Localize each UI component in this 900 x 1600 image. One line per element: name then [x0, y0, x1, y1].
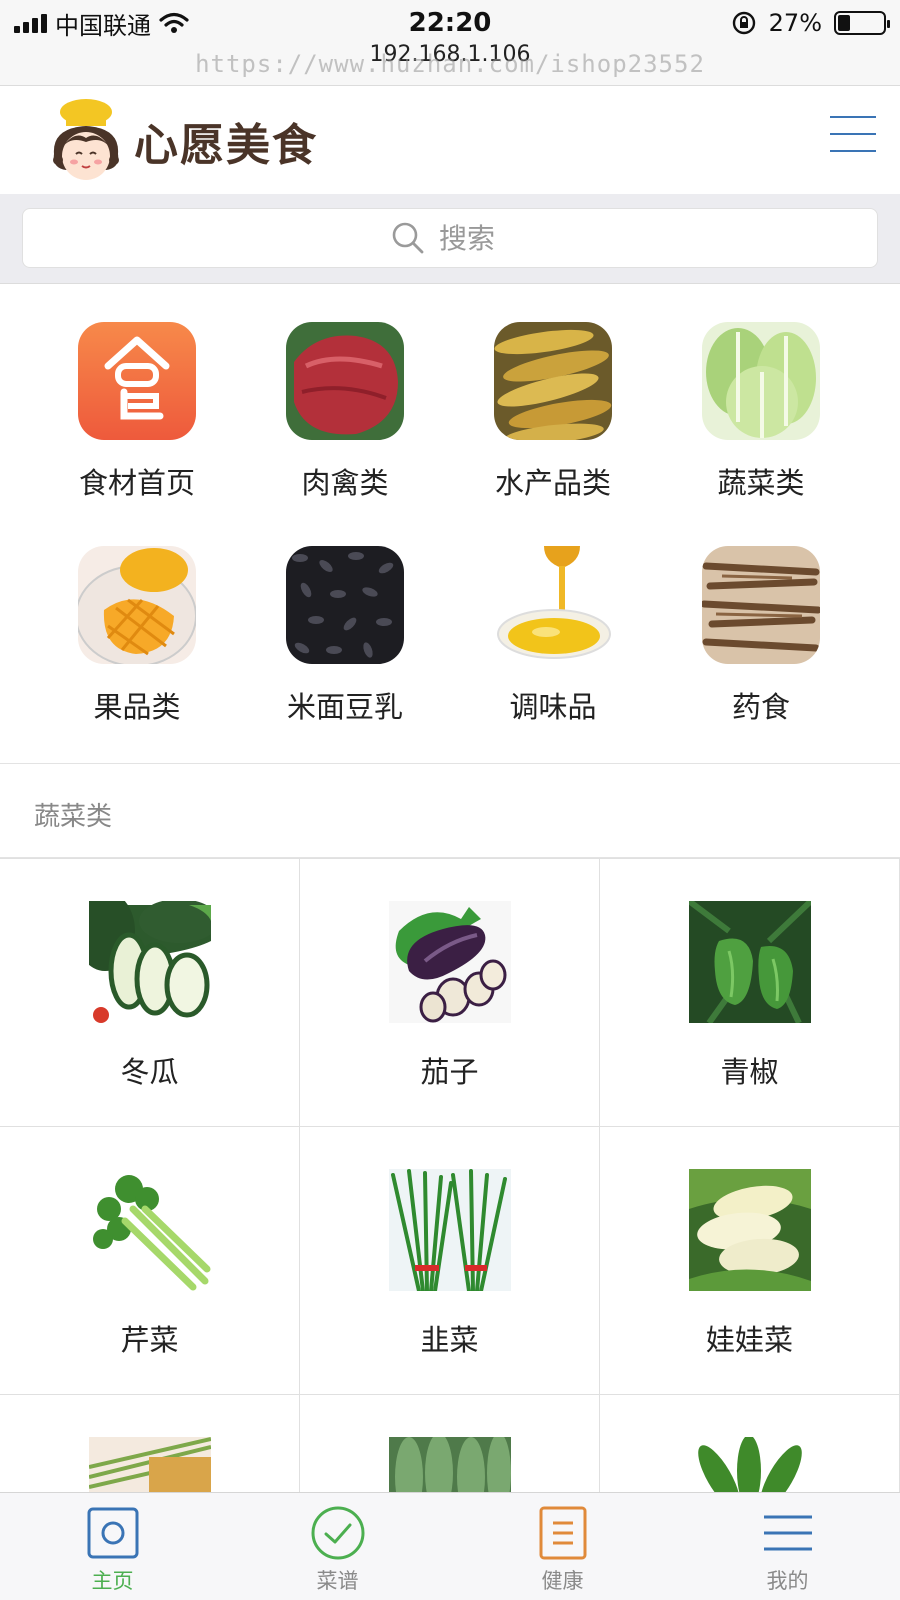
green-pepper-image	[688, 901, 811, 1023]
category-meat[interactable]: 肉禽类	[245, 322, 445, 542]
document-icon	[539, 1506, 586, 1560]
search-box[interactable]	[22, 208, 878, 268]
section-title: 蔬菜类	[34, 802, 113, 832]
section-header: 蔬菜类	[0, 764, 900, 858]
product-item[interactable]	[300, 1395, 600, 1492]
battery-icon	[834, 11, 890, 35]
tab-label: 主页	[91, 1569, 134, 1593]
check-circle-icon	[311, 1506, 364, 1560]
bottom-tab-bar: 主页 菜谱 健康 我的	[0, 1492, 900, 1600]
vegetable-image	[388, 1437, 511, 1492]
category-food-home[interactable]: 食材首页	[37, 322, 237, 542]
oil-image	[494, 546, 612, 664]
tab-health[interactable]: 健康	[450, 1493, 675, 1600]
watermark-text: https://www.huzhan.com/ishop23552	[195, 50, 705, 78]
home-icon	[87, 1507, 138, 1559]
status-bar: 中国联通 22:20 27% 192.168.1.106 https://www…	[0, 0, 900, 86]
tab-label: 菜谱	[316, 1569, 359, 1593]
category-label: 食材首页	[78, 466, 195, 500]
category-label: 药食	[731, 690, 790, 724]
black-rice-image	[286, 546, 404, 664]
product-item[interactable]: 青椒	[600, 859, 900, 1127]
product-item[interactable]: 娃娃菜	[600, 1127, 900, 1395]
tab-label: 我的	[766, 1569, 809, 1593]
battery-percent: 27%	[768, 9, 822, 37]
baby-cabbage-image	[688, 1169, 811, 1291]
chef-logo-icon	[53, 99, 119, 180]
fish-image	[494, 322, 612, 440]
tab-mine[interactable]: 我的	[675, 1493, 900, 1600]
search-icon	[392, 222, 424, 254]
product-item[interactable]: 韭菜	[300, 1127, 600, 1395]
category-label: 米面豆乳	[286, 690, 403, 724]
product-name: 茄子	[420, 1055, 479, 1089]
menu-lines-icon	[763, 1515, 812, 1551]
product-item[interactable]: 冬瓜	[0, 859, 300, 1127]
category-label: 蔬菜类	[717, 466, 805, 500]
food-home-icon	[78, 322, 196, 440]
product-grid: 冬瓜 茄子 青椒 芹菜 韭菜 娃娃菜	[0, 858, 900, 1492]
cabbage-image	[702, 322, 820, 440]
chives-image	[388, 1169, 511, 1291]
category-vegetables[interactable]: 蔬菜类	[661, 322, 861, 542]
tab-home[interactable]: 主页	[0, 1493, 225, 1600]
category-medicinal-food[interactable]: 药食	[661, 546, 861, 766]
eggplant-image	[388, 901, 511, 1023]
app-header: 心愿美食	[0, 86, 900, 194]
celery-image	[88, 1169, 211, 1291]
logo[interactable]: 心愿美食	[44, 98, 344, 184]
product-name: 冬瓜	[120, 1055, 179, 1089]
category-grid: 食材首页 肉禽类 水产品类 蔬菜类 果品类 米面豆乳 调味品 药食	[0, 284, 900, 764]
product-name: 芹菜	[120, 1323, 179, 1357]
rotation-lock-icon	[732, 11, 755, 35]
product-name: 青椒	[720, 1055, 779, 1089]
meat-image	[286, 322, 404, 440]
mango-image	[78, 546, 196, 664]
category-seasoning[interactable]: 调味品	[453, 546, 653, 766]
category-grains[interactable]: 米面豆乳	[245, 546, 445, 766]
logo-text: 心愿美食	[134, 120, 318, 171]
winter-melon-image	[88, 901, 211, 1023]
category-label: 调味品	[509, 690, 597, 724]
product-name: 娃娃菜	[705, 1323, 793, 1357]
herb-root-image	[702, 546, 820, 664]
category-fruit[interactable]: 果品类	[37, 546, 237, 766]
category-label: 果品类	[93, 690, 181, 724]
tab-label: 健康	[541, 1569, 584, 1593]
tab-recipes[interactable]: 菜谱	[225, 1493, 450, 1600]
product-item[interactable]	[600, 1395, 900, 1492]
vegetable-image	[688, 1437, 811, 1492]
category-seafood[interactable]: 水产品类	[453, 322, 653, 542]
hamburger-menu-icon[interactable]	[830, 116, 876, 152]
search-input[interactable]	[439, 221, 509, 255]
product-item[interactable]: 茄子	[300, 859, 600, 1127]
product-name: 韭菜	[420, 1323, 479, 1357]
category-label: 肉禽类	[301, 466, 389, 500]
vegetable-image	[88, 1437, 211, 1492]
search-bar	[0, 194, 900, 284]
category-label: 水产品类	[494, 466, 611, 500]
status-right: 27%	[731, 8, 890, 38]
product-item[interactable]: 芹菜	[0, 1127, 300, 1395]
product-item[interactable]	[0, 1395, 300, 1492]
